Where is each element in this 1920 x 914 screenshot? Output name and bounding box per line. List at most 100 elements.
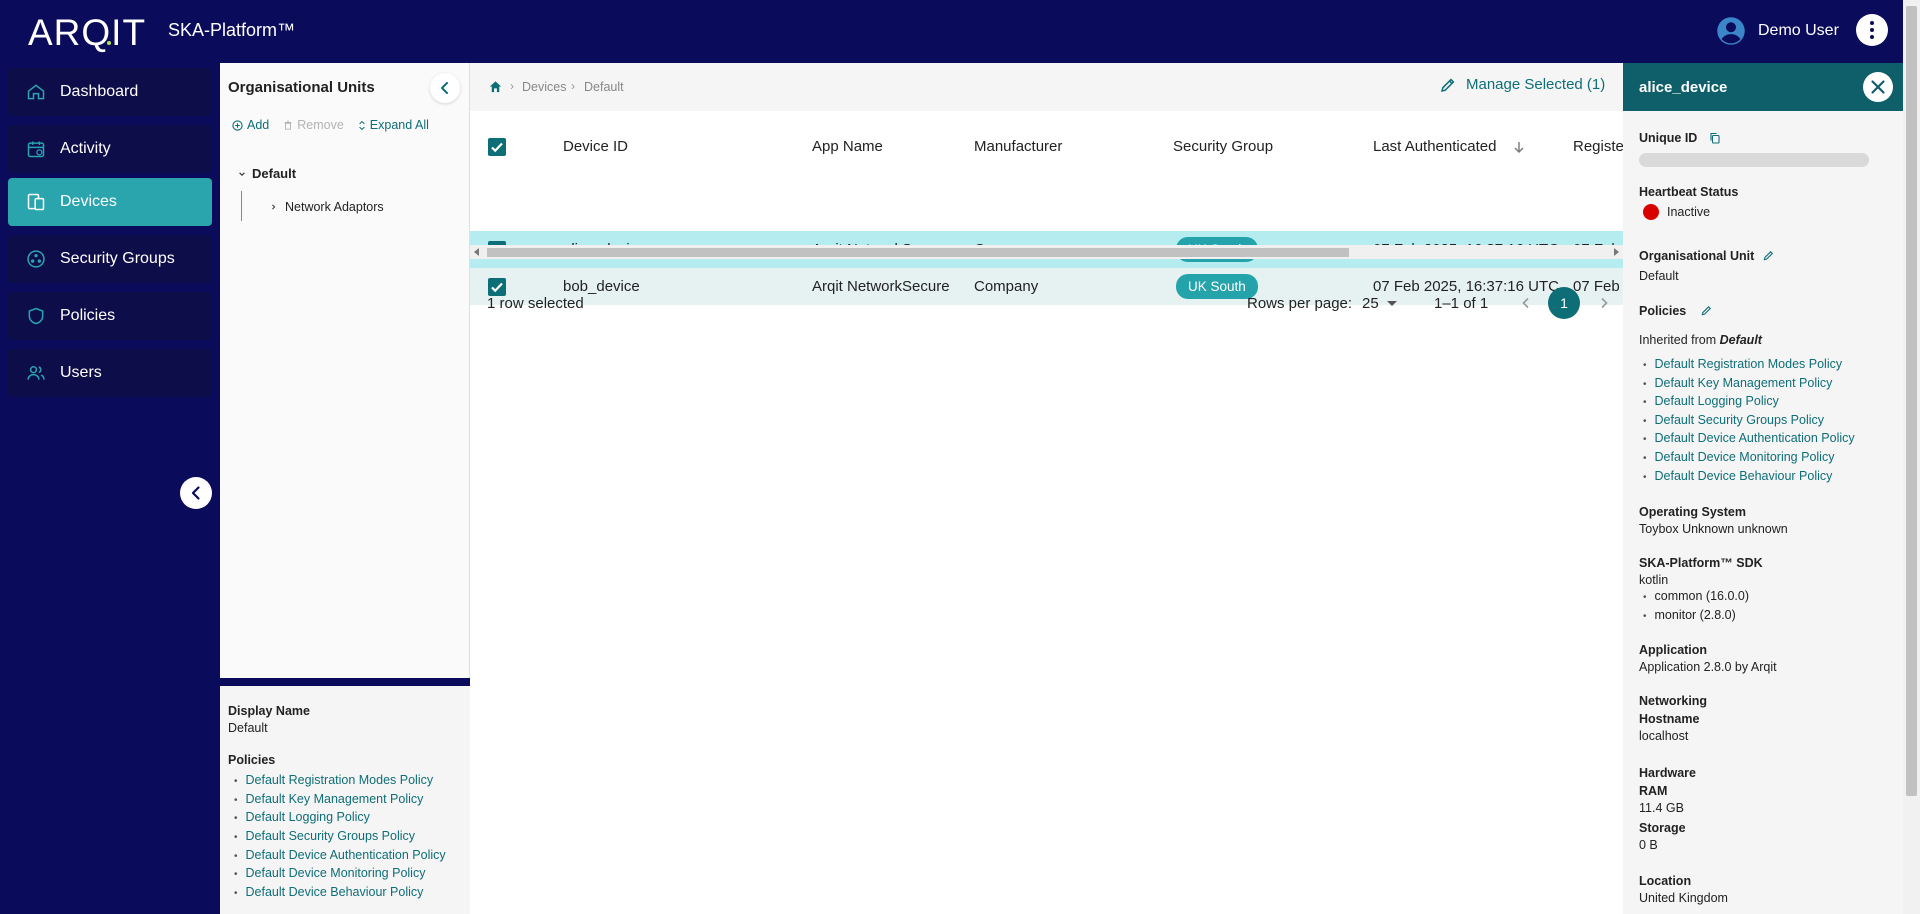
policy-link[interactable]: Default Key Management Policy bbox=[234, 790, 446, 809]
account-circle-icon bbox=[1717, 17, 1745, 45]
scrollbar-thumb[interactable] bbox=[487, 248, 1349, 257]
home-icon[interactable] bbox=[488, 79, 503, 94]
add-circle-icon bbox=[232, 119, 243, 131]
policy-link[interactable]: Default Key Management Policy bbox=[1643, 374, 1855, 393]
org-policies-label: Policies bbox=[228, 753, 276, 767]
inherited-from-text: Inherited from Default bbox=[1639, 333, 1762, 347]
sidebar-item-dashboard[interactable]: Dashboard bbox=[8, 68, 212, 116]
add-org-unit-button[interactable]: Add bbox=[232, 118, 269, 132]
policy-link[interactable]: Default Registration Modes Policy bbox=[234, 771, 446, 790]
table-horizontal-scrollbar[interactable] bbox=[470, 245, 1623, 259]
close-button[interactable] bbox=[1863, 72, 1893, 102]
arrow-down-icon[interactable] bbox=[1512, 140, 1526, 154]
os-value: Toybox Unknown unknown bbox=[1639, 522, 1788, 536]
remove-org-unit-button[interactable]: Remove bbox=[283, 118, 344, 132]
policies-label: Policies bbox=[1639, 304, 1687, 318]
tree-node-label: Default bbox=[252, 166, 297, 181]
policy-link[interactable]: Default Device Monitoring Policy bbox=[234, 864, 446, 883]
chevron-left-icon[interactable] bbox=[1516, 293, 1536, 313]
copy-icon[interactable] bbox=[1709, 132, 1721, 144]
trash-icon bbox=[284, 120, 292, 130]
column-registered[interactable]: Registe bbox=[1573, 138, 1624, 155]
unique-id-value-redacted bbox=[1639, 153, 1869, 167]
chevron-left-icon bbox=[441, 82, 448, 94]
expand-all-button[interactable]: Expand All bbox=[358, 118, 429, 132]
sidebar-item-policies[interactable]: Policies bbox=[8, 292, 212, 340]
location-value: United Kingdom bbox=[1639, 891, 1728, 905]
breadcrumb-separator: › bbox=[571, 79, 575, 93]
sidebar-item-devices[interactable]: Devices bbox=[8, 178, 212, 226]
policy-link[interactable]: Default Logging Policy bbox=[1643, 392, 1855, 411]
shield-icon bbox=[28, 307, 44, 325]
status-inactive-icon bbox=[1643, 204, 1659, 220]
column-device-id[interactable]: Device ID bbox=[563, 138, 628, 155]
devices-main: › Devices › Default Manage Selected (1) … bbox=[470, 63, 1624, 914]
manage-selected-button[interactable]: Manage Selected (1) bbox=[1440, 76, 1605, 93]
brand-logo[interactable]: ARQIT bbox=[28, 12, 146, 54]
user-name: Demo User bbox=[1758, 22, 1839, 39]
tree-node-label: Network Adaptors bbox=[285, 200, 384, 214]
sidebar-nav: Dashboard Activity Devices Security Grou… bbox=[0, 63, 220, 914]
org-units-title: Organisational Units bbox=[228, 79, 375, 96]
policy-link[interactable]: Default Logging Policy bbox=[234, 808, 446, 827]
caret-down-icon[interactable] bbox=[1387, 301, 1397, 306]
calendar-icon bbox=[27, 141, 45, 158]
os-label: Operating System bbox=[1639, 505, 1746, 519]
sidebar-item-activity[interactable]: Activity bbox=[8, 125, 212, 173]
policy-link[interactable]: Default Device Monitoring Policy bbox=[1643, 448, 1855, 467]
sidebar-item-users[interactable]: Users bbox=[8, 349, 212, 397]
unique-id-label: Unique ID bbox=[1639, 131, 1698, 145]
heartbeat-value: Inactive bbox=[1667, 205, 1711, 219]
column-app-name[interactable]: App Name bbox=[812, 138, 883, 155]
page-range: 1–1 of 1 bbox=[1434, 295, 1489, 312]
more-vertical-icon[interactable] bbox=[1856, 14, 1888, 46]
page-button-current[interactable]: 1 bbox=[1548, 287, 1580, 319]
policy-link[interactable]: Default Device Authentication Policy bbox=[234, 846, 446, 865]
sidebar-item-label: Activity bbox=[60, 140, 111, 157]
tree-node-default[interactable]: Default bbox=[238, 166, 296, 181]
scrollbar-thumb[interactable] bbox=[1906, 6, 1917, 796]
device-detail-panel: alice_device Unique ID Heartbeat Status … bbox=[1623, 63, 1903, 914]
column-manufacturer[interactable]: Manufacturer bbox=[974, 138, 1062, 155]
policy-link[interactable]: Default Device Behaviour Policy bbox=[234, 883, 446, 902]
scroll-right-icon[interactable] bbox=[1614, 248, 1619, 256]
sidebar-item-security-groups[interactable]: Security Groups bbox=[8, 235, 212, 283]
sdk-item: common (16.0.0) bbox=[1643, 587, 1749, 606]
tree-node-network-adaptors[interactable]: Network Adaptors bbox=[270, 200, 384, 214]
column-security-group[interactable]: Security Group bbox=[1173, 138, 1273, 155]
column-last-authenticated[interactable]: Last Authenticated bbox=[1373, 138, 1496, 155]
rows-per-page-select[interactable]: 25 bbox=[1362, 295, 1379, 312]
security-groups-icon bbox=[27, 250, 45, 268]
policy-link[interactable]: Default Device Authentication Policy bbox=[1643, 429, 1855, 448]
rows-per-page-label: Rows per page: bbox=[1247, 295, 1353, 312]
policy-link[interactable]: Default Security Groups Policy bbox=[1643, 411, 1855, 430]
pencil-icon[interactable] bbox=[1701, 305, 1712, 316]
sdk-value: kotlin bbox=[1639, 573, 1669, 587]
platform-title: SKA-Platform™ bbox=[168, 20, 296, 40]
policy-link[interactable]: Default Device Behaviour Policy bbox=[1643, 467, 1855, 486]
policy-link[interactable]: Default Registration Modes Policy bbox=[1643, 355, 1855, 374]
location-label: Location bbox=[1639, 874, 1692, 888]
sidebar-item-label: Dashboard bbox=[60, 83, 139, 100]
sdk-label: SKA-Platform™ SDK bbox=[1639, 556, 1763, 570]
breadcrumb-devices[interactable]: Devices bbox=[522, 80, 566, 94]
select-all-checkbox[interactable] bbox=[488, 138, 506, 156]
org-unit-value: Default bbox=[1639, 269, 1679, 283]
detail-title: alice_device bbox=[1639, 79, 1728, 96]
org-unit-details: Display Name Default Policies Default Re… bbox=[220, 686, 470, 914]
logo-accent-dot bbox=[107, 41, 111, 45]
user-menu[interactable]: Demo User bbox=[1716, 14, 1839, 48]
display-name-value: Default bbox=[228, 721, 268, 735]
page-vertical-scrollbar[interactable] bbox=[1903, 0, 1920, 914]
sidebar-collapse-button[interactable] bbox=[180, 477, 212, 509]
hostname-value: localhost bbox=[1639, 729, 1689, 743]
table-header: Device ID App Name Manufacturer Security… bbox=[470, 126, 1624, 168]
policy-link[interactable]: Default Security Groups Policy bbox=[234, 827, 446, 846]
pencil-icon[interactable] bbox=[1763, 250, 1774, 261]
chevron-right-icon[interactable] bbox=[1594, 293, 1614, 313]
check-icon bbox=[491, 142, 503, 153]
storage-value: 0 B bbox=[1639, 838, 1658, 852]
org-panel-collapse-button[interactable] bbox=[430, 73, 460, 103]
expand-all-label: Expand All bbox=[369, 118, 429, 132]
scroll-left-icon[interactable] bbox=[474, 248, 479, 256]
